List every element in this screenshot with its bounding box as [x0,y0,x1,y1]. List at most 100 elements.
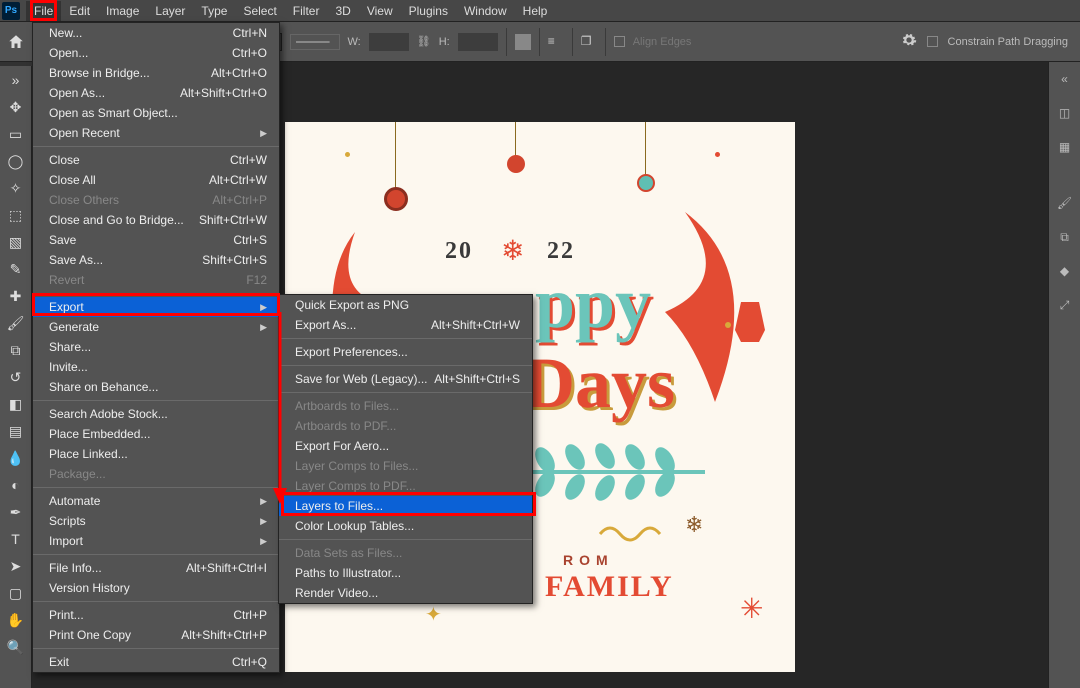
menu-item[interactable]: Print One CopyAlt+Shift+Ctrl+P [33,625,279,645]
move-tool-icon[interactable]: ✥ [6,97,26,117]
transform-icon[interactable]: ⤢ [1054,294,1076,316]
menu-item[interactable]: Close OthersAlt+Ctrl+P [33,190,279,210]
menu-item[interactable]: Generate▶ [33,317,279,337]
menu-item[interactable]: Package... [33,464,279,484]
width-field[interactable] [369,33,409,51]
menu-window[interactable]: Window [456,1,515,21]
path-ops-icon[interactable] [515,34,531,50]
wand-tool-icon[interactable]: ✧ [6,178,26,198]
menu-item[interactable]: Close and Go to Bridge...Shift+Ctrl+W [33,210,279,230]
type-tool-icon[interactable]: T [6,529,26,549]
align-icon[interactable]: ≡ [548,34,564,50]
submenu-item[interactable]: Layer Comps to Files... [279,456,532,476]
brush-tool-icon[interactable]: 🖌 [6,313,26,333]
frame-tool-icon[interactable]: ▧ [6,232,26,252]
align-edges-checkbox[interactable] [614,36,625,47]
menu-item[interactable]: Export▶ [33,297,279,317]
menu-layer[interactable]: Layer [147,1,193,21]
menu-select[interactable]: Select [235,1,284,21]
menu-item[interactable]: Invite... [33,357,279,377]
link-icon[interactable]: ⛓ [417,35,431,48]
menu-image[interactable]: Image [98,1,147,21]
menu-3d[interactable]: 3D [327,1,358,21]
history-brush-icon[interactable]: ↺ [6,367,26,387]
brush-panel-icon[interactable]: 🖌 [1054,192,1076,214]
menu-item[interactable]: Place Linked... [33,444,279,464]
chevron-icon[interactable]: « [1054,68,1076,90]
menu-item[interactable]: Share... [33,337,279,357]
menu-file[interactable]: File [26,1,61,21]
submenu-item[interactable]: Artboards to Files... [279,396,532,416]
submenu-item[interactable]: Save for Web (Legacy)...Alt+Shift+Ctrl+S [279,369,532,389]
eyedropper-tool-icon[interactable]: ✎ [6,259,26,279]
hand-tool-icon[interactable]: ✋ [6,610,26,630]
menu-item[interactable]: CloseCtrl+W [33,150,279,170]
submenu-item[interactable]: Color Lookup Tables... [279,516,532,536]
menu-item[interactable]: Close AllAlt+Ctrl+W [33,170,279,190]
histogram-icon[interactable]: ◫ [1054,102,1076,124]
menu-plugins[interactable]: Plugins [401,1,456,21]
shape-tool-icon[interactable]: ▢ [6,583,26,603]
home-icon[interactable] [6,32,26,52]
height-field[interactable] [458,33,498,51]
menu-item[interactable]: Open...Ctrl+O [33,43,279,63]
menu-item[interactable]: Version History [33,578,279,598]
zoom-tool-icon[interactable]: 🔍 [6,637,26,657]
divider [506,28,507,56]
menu-item[interactable]: Open as Smart Object... [33,103,279,123]
menu-help[interactable]: Help [515,1,556,21]
menu-item[interactable]: Share on Behance... [33,377,279,397]
snowflake-icon: ❄ [501,234,524,267]
symmetry-icon[interactable]: ◆ [1054,260,1076,282]
submenu-item[interactable]: Quick Export as PNG [279,295,532,315]
menu-item[interactable]: Automate▶ [33,491,279,511]
crop-tool-icon[interactable]: ⬚ [6,205,26,225]
menu-item[interactable]: File Info...Alt+Shift+Ctrl+I [33,558,279,578]
constrain-checkbox[interactable] [927,36,938,47]
chevron-icon[interactable]: » [6,70,26,90]
menu-item[interactable]: Browse in Bridge...Alt+Ctrl+O [33,63,279,83]
menu-item[interactable]: Scripts▶ [33,511,279,531]
menu-item[interactable]: Open Recent▶ [33,123,279,143]
marquee-tool-icon[interactable]: ▭ [6,124,26,144]
menu-edit[interactable]: Edit [61,1,98,21]
menu-filter[interactable]: Filter [285,1,328,21]
stamp-tool-icon[interactable]: ⧉ [6,340,26,360]
heal-tool-icon[interactable]: ✚ [6,286,26,306]
submenu-item[interactable]: Export As...Alt+Shift+Ctrl+W [279,315,532,335]
gear-icon[interactable] [901,32,917,51]
arrange-icon[interactable]: ❐ [581,34,597,50]
divider [572,28,573,56]
menu-item[interactable]: Search Adobe Stock... [33,404,279,424]
submenu-item[interactable]: Export Preferences... [279,342,532,362]
menu-item[interactable]: Print...Ctrl+P [33,605,279,625]
submenu-item[interactable]: Data Sets as Files... [279,543,532,563]
submenu-item[interactable]: Paths to Illustrator... [279,563,532,583]
menu-item[interactable]: Save As...Shift+Ctrl+S [33,250,279,270]
menu-item[interactable]: RevertF12 [33,270,279,290]
menu-view[interactable]: View [359,1,401,21]
swatches-icon[interactable]: ▦ [1054,136,1076,158]
stroke-style[interactable] [290,34,340,50]
submenu-item[interactable]: Artboards to PDF... [279,416,532,436]
menu-item[interactable]: Import▶ [33,531,279,551]
lasso-tool-icon[interactable]: ◯ [6,151,26,171]
menu-item[interactable]: Place Embedded... [33,424,279,444]
submenu-item[interactable]: Layer Comps to PDF... [279,476,532,496]
submenu-item[interactable]: Export For Aero... [279,436,532,456]
blur-tool-icon[interactable]: 💧 [6,448,26,468]
menu-item[interactable]: ExitCtrl+Q [33,652,279,672]
app-icon: Ps [2,2,20,20]
menu-item[interactable]: SaveCtrl+S [33,230,279,250]
clone-panel-icon[interactable]: ⧉ [1054,226,1076,248]
menu-item[interactable]: Open As...Alt+Shift+Ctrl+O [33,83,279,103]
eraser-tool-icon[interactable]: ◧ [6,394,26,414]
path-select-icon[interactable]: ➤ [6,556,26,576]
pen-tool-icon[interactable]: ✒ [6,502,26,522]
menu-item[interactable]: New...Ctrl+N [33,23,279,43]
submenu-item[interactable]: Layers to Files... [279,496,532,516]
dodge-tool-icon[interactable]: ◐ [6,475,26,495]
gradient-tool-icon[interactable]: ▤ [6,421,26,441]
submenu-item[interactable]: Render Video... [279,583,532,603]
menu-type[interactable]: Type [193,1,235,21]
